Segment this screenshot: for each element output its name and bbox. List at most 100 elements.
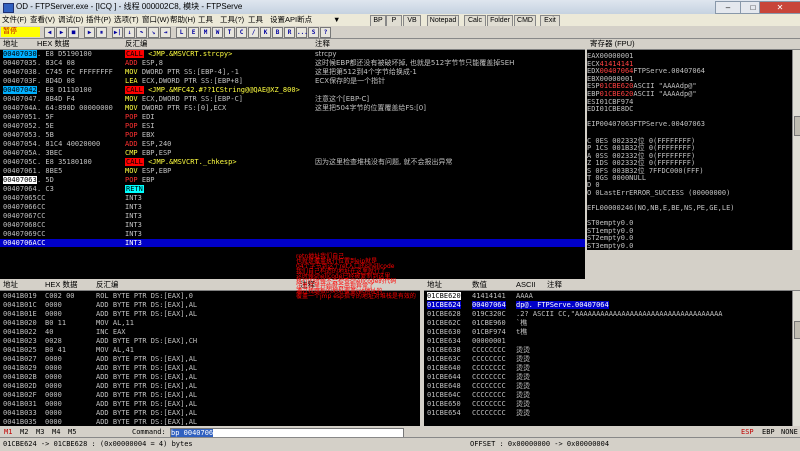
log-window-icon[interactable]: L — [176, 27, 187, 38]
disasm-row[interactable]: 00407066 CC INT3 — [0, 203, 585, 211]
tab-m5[interactable]: M5 — [68, 427, 76, 437]
modules-window-icon[interactable]: E — [188, 27, 199, 38]
dump-row[interactable]: 0041B027 0000 ADD BYTE PTR DS:[EAX],AL — [0, 355, 420, 363]
disassembly-pane[interactable]: 00407030. E8 D5190100 CALL <JMP.&MSVCRT.s… — [0, 50, 585, 250]
disasm-row[interactable]: 00407061. 8BE5 MOV ESP,EBP — [0, 167, 585, 175]
stack-scroll-thumb[interactable] — [794, 321, 800, 339]
dump-row[interactable]: 0041B02F 0000 ADD BYTE PTR DS:[EAX],AL — [0, 391, 420, 399]
dump-row[interactable]: 0041B02B 0000 ADD BYTE PTR DS:[EAX],AL — [0, 373, 420, 381]
stack-row[interactable]: 01CBE63C CCCCCCCC 烫烫 — [424, 355, 792, 363]
dump-col-hex[interactable]: HEX 数据 — [45, 280, 78, 290]
step-into-icon[interactable]: ▶| — [112, 27, 123, 38]
disasm-row[interactable]: 00407052. 5E POP ESI — [0, 122, 585, 130]
tab-m3[interactable]: M3 — [36, 427, 44, 437]
menu-debug[interactable]: 调试(D) — [58, 14, 83, 26]
stack-row[interactable]: 01CBE624 00407064 dp@. FTPServe.00407064 — [424, 301, 792, 309]
memory-window-icon[interactable]: M — [200, 27, 211, 38]
run-icon[interactable]: ▶ — [84, 27, 95, 38]
trace-over-icon[interactable]: ↘ — [148, 27, 159, 38]
menu-help[interactable]: 帮助(H) — [170, 14, 195, 26]
dump-row[interactable]: 0041B01E 0000 ADD BYTE PTR DS:[EAX],AL — [0, 310, 420, 318]
pause-icon[interactable]: ⏸ — [96, 27, 107, 38]
tab-m2[interactable]: M2 — [20, 427, 28, 437]
stack-row[interactable]: 01CBE62C 01CBE960 `樵 — [424, 319, 792, 327]
minimize-button[interactable]: – — [715, 1, 741, 14]
patches-window-icon[interactable]: / — [248, 27, 259, 38]
menu-options[interactable]: 选项(T) — [114, 14, 139, 26]
disasm-row[interactable]: 0040706A CC INT3 — [0, 239, 585, 247]
esp-button[interactable]: ESP — [741, 427, 754, 437]
dump-row[interactable]: 0041B035 0000 ADD BYTE PTR DS:[EAX],AL — [0, 418, 420, 426]
stack-row[interactable]: 01CBE638 CCCCCCCC 烫烫 — [424, 346, 792, 354]
disasm-row[interactable]: 0040705A. 3BEC CMP EBP,ESP — [0, 149, 585, 157]
help-icon[interactable]: ? — [320, 27, 331, 38]
execute-till-return-icon[interactable]: ⇥ — [160, 27, 171, 38]
stack-row[interactable]: 01CBE644 CCCCCCCC 烫烫 — [424, 373, 792, 381]
disasm-row[interactable]: 0040704A. 64:890D 00000000 MOV DWORD PTR … — [0, 104, 585, 112]
dump-row[interactable]: 0041B029 0000 ADD BYTE PTR DS:[EAX],AL — [0, 364, 420, 372]
stack-row[interactable]: 01CBE628 019C320C .2? ASCII CC,"AAAAAAAAAA… — [424, 310, 792, 318]
stack-row[interactable]: 01CBE630 01CBF974 t樵 — [424, 328, 792, 336]
menu-plugins[interactable]: 插件(P) — [86, 14, 111, 26]
stack-col-ascii[interactable]: ASCII — [516, 280, 536, 290]
menu-view[interactable]: 查看(V) — [30, 14, 55, 26]
stack-row[interactable]: 01CBE634 00000001 — [424, 337, 792, 345]
disasm-row[interactable]: 0040703F. 8D4D 08 LEA ECX,DWORD PTR SS:[E… — [0, 77, 585, 85]
stop-icon[interactable]: ■ — [68, 27, 79, 38]
disasm-row[interactable]: 00407065 CC INT3 — [0, 194, 585, 202]
dump-row[interactable]: 0041B02D 0000 ADD BYTE PTR DS:[EAX],AL — [0, 382, 420, 390]
menu-tools-3[interactable]: 工具 — [248, 14, 263, 26]
menu-tools-1[interactable]: 工具 — [198, 14, 213, 26]
stack-row[interactable]: 01CBE648 CCCCCCCC 烫烫 — [424, 382, 792, 390]
register-pane[interactable]: EAX00000001 ECX41414141 EDX00407064FTPServ… — [587, 50, 792, 250]
run-trace-icon[interactable]: ... — [296, 27, 308, 38]
ebp-button[interactable]: EBP — [762, 427, 775, 437]
stack-row[interactable]: 01CBE640 CCCCCCCC 烫烫 — [424, 364, 792, 372]
step-over-icon[interactable]: ↓ — [124, 27, 135, 38]
disasm-row[interactable]: 00407051. 5F POP EDI — [0, 113, 585, 121]
open-icon[interactable]: ◀ — [44, 27, 55, 38]
disasm-row[interactable]: 00407042. E8 D1110100 CALL <JMP.&MFC42.#?… — [0, 86, 585, 94]
stack-col-comment[interactable]: 注释 — [547, 280, 562, 290]
disasm-row[interactable]: 00407038. C745 FC FFFFFFFF MOV DWORD PTR … — [0, 68, 585, 76]
stack-row[interactable]: 01CBE650 CCCCCCCC 烫烫 — [424, 400, 792, 408]
chevron-down-icon[interactable]: ▼ — [333, 14, 340, 26]
stack-row[interactable]: 01CBE654 CCCCCCCC 烫烫 — [424, 409, 792, 417]
col-disasm[interactable]: 反汇编 — [125, 39, 148, 49]
col-comment[interactable]: 注释 — [315, 39, 330, 49]
disasm-row[interactable]: 00407063. 5D POP EBP — [0, 175, 585, 185]
restart-icon[interactable]: ▶ — [56, 27, 67, 38]
cpu-window-icon[interactable]: C — [236, 27, 247, 38]
dump-col-disasm[interactable]: 反汇编 — [96, 280, 119, 290]
dump-row[interactable]: 0041B020 B0 11 MOV AL,11 — [0, 319, 420, 327]
disasm-row[interactable]: 00407069 CC INT3 — [0, 230, 585, 238]
menu-file[interactable]: 文件(F) — [2, 14, 27, 26]
tab-m1[interactable]: M1 — [4, 427, 12, 437]
dump-row[interactable]: 0041B022 40 INC EAX — [0, 328, 420, 336]
stack-scrollbar[interactable] — [792, 291, 800, 426]
col-hex[interactable]: HEX 数据 — [37, 39, 70, 49]
register-scrollbar[interactable] — [792, 50, 800, 250]
disasm-row[interactable]: 00407064. C3 RETN — [0, 185, 585, 193]
menu-window[interactable]: 窗口(W) — [142, 14, 169, 26]
dump-col-address[interactable]: 地址 — [3, 280, 18, 290]
dump-row[interactable]: 0041B01C 0000 ADD BYTE PTR DS:[EAX],AL — [0, 301, 420, 309]
col-address[interactable]: 地址 — [3, 39, 18, 49]
menu-api-breakpoint[interactable]: 设置API断点 — [270, 14, 312, 26]
register-scroll-thumb[interactable] — [794, 116, 800, 136]
dump-row[interactable]: 0041B023 0028 ADD BYTE PTR DS:[EAX],CH — [0, 337, 420, 345]
close-button[interactable]: ✕ — [759, 1, 800, 14]
call-stack-icon[interactable]: K — [260, 27, 271, 38]
stack-pane[interactable]: 01CBE620 41414141 AAAA 01CBE624 00407064 dp@.… — [424, 291, 792, 426]
disasm-row[interactable]: 00407054. 81C4 40020000 ADD ESP,240 — [0, 140, 585, 148]
disasm-row[interactable]: 00407053. 5B POP EBX — [0, 131, 585, 139]
stack-row[interactable]: 01CBE620 41414141 AAAA — [424, 292, 792, 300]
dump-row[interactable]: 0041B031 0000 ADD BYTE PTR DS:[EAX],AL — [0, 400, 420, 408]
none-button[interactable]: NONE — [781, 427, 798, 437]
threads-window-icon[interactable]: T — [224, 27, 235, 38]
stack-row[interactable]: 01CBE64C CCCCCCCC 烫烫 — [424, 391, 792, 399]
dump-row[interactable]: 0041B025 B0 41 MOV AL,41 — [0, 346, 420, 354]
references-icon[interactable]: R — [284, 27, 295, 38]
dump-pane[interactable]: 0041B019 C002 00 ROL BYTE PTR DS:[EAX],0 00… — [0, 291, 420, 426]
menu-tools-2[interactable]: 工具(?) — [220, 14, 244, 26]
